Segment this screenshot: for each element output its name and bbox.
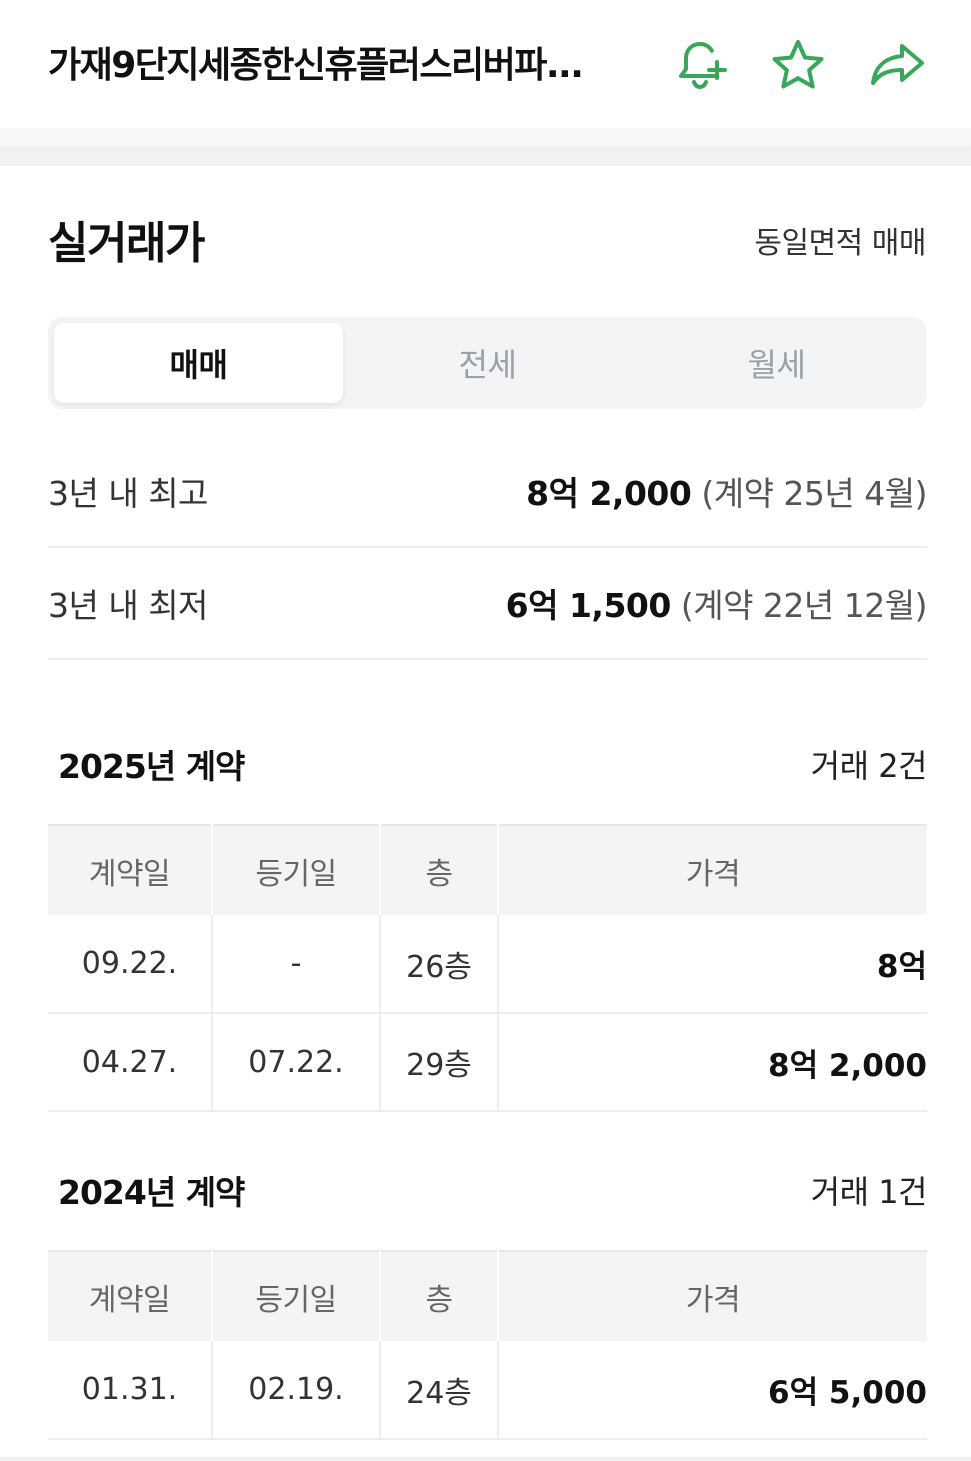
stat-price: 8억 2,000 bbox=[526, 474, 692, 513]
cell-register-date: 02.19. bbox=[212, 1341, 381, 1440]
stat-value: 8억 2,000 (계약 25년 4월) bbox=[526, 467, 927, 515]
star-icon[interactable] bbox=[766, 34, 830, 98]
share-icon[interactable] bbox=[866, 34, 930, 98]
table-row: 09.22. - 26층 8억 bbox=[48, 915, 927, 1014]
stat-label: 3년 내 최고 bbox=[48, 474, 208, 513]
col-floor: 층 bbox=[380, 1250, 499, 1341]
cell-contract-date: 04.27. bbox=[48, 1013, 213, 1112]
deal-count: 거래 2건 bbox=[810, 747, 928, 785]
stat-row-high: 3년 내 최고 8억 2,000 (계약 25년 4월) bbox=[48, 436, 927, 548]
year-header-2024: 2024년 계약 거래 1건 bbox=[58, 1166, 928, 1214]
complex-title: 가재9단지세종한신휴플러스리버파... bbox=[48, 45, 584, 86]
deal-table-2025: 계약일 등기일 층 가격 09.22. - 26층 8억 04.27. 07.2… bbox=[48, 824, 927, 1112]
bell-plus-icon[interactable] bbox=[668, 34, 732, 98]
cell-register-date: 07.22. bbox=[212, 1013, 381, 1112]
table-header-row: 계약일 등기일 층 가격 bbox=[48, 824, 927, 915]
section-title: 실거래가 bbox=[48, 218, 205, 269]
tab-jeonse[interactable]: 전세 bbox=[343, 323, 632, 403]
cell-contract-date: 01.31. bbox=[48, 1341, 213, 1440]
cell-floor: 29층 bbox=[380, 1013, 499, 1112]
stat-label: 3년 내 최저 bbox=[48, 586, 208, 625]
tab-monthly-rent[interactable]: 월세 bbox=[632, 323, 921, 403]
col-contract-date: 계약일 bbox=[48, 1250, 213, 1341]
same-area-filter-link[interactable]: 동일면적 매매 bbox=[754, 222, 926, 266]
cell-floor: 24층 bbox=[380, 1341, 499, 1440]
year-header-2025: 2025년 계약 거래 2건 bbox=[58, 740, 928, 788]
table-row: 01.31. 02.19. 24층 6억 5,000 bbox=[48, 1341, 927, 1440]
col-contract-date: 계약일 bbox=[48, 824, 213, 915]
stat-row-low: 3년 내 최저 6억 1,500 (계약 22년 12월) bbox=[48, 548, 928, 660]
section-divider bbox=[0, 128, 971, 166]
table-header-row: 계약일 등기일 층 가격 bbox=[48, 1250, 927, 1341]
stat-value: 6억 1,500 (계약 22년 12월) bbox=[505, 579, 928, 627]
col-register-date: 등기일 bbox=[212, 1250, 381, 1341]
col-register-date: 등기일 bbox=[212, 824, 381, 915]
cell-price: 8억 2,000 bbox=[498, 1013, 927, 1112]
col-price: 가격 bbox=[498, 824, 927, 915]
deal-table-2024: 계약일 등기일 층 가격 01.31. 02.19. 24층 6억 5,000 bbox=[48, 1250, 927, 1440]
col-price: 가격 bbox=[498, 1250, 927, 1341]
cell-contract-date: 09.22. bbox=[48, 915, 213, 1014]
table-row: 04.27. 07.22. 29층 8억 2,000 bbox=[48, 1013, 927, 1112]
stat-price: 6억 1,500 bbox=[505, 586, 672, 625]
cell-register-date: - bbox=[212, 915, 381, 1014]
col-floor: 층 bbox=[380, 824, 499, 915]
deal-type-tabs: 매매 전세 월세 bbox=[48, 317, 927, 409]
app-header: 가재9단지세종한신휴플러스리버파... bbox=[0, 0, 971, 128]
bottom-divider bbox=[0, 1457, 971, 1461]
stat-note: (계약 25년 4월) bbox=[701, 474, 927, 513]
cell-price: 6억 5,000 bbox=[498, 1341, 927, 1440]
tab-sale[interactable]: 매매 bbox=[54, 323, 343, 403]
cell-price: 8억 bbox=[498, 915, 927, 1014]
deal-count: 거래 1건 bbox=[810, 1173, 928, 1211]
cell-floor: 26층 bbox=[380, 915, 499, 1014]
year-title: 2024년 계약 bbox=[58, 1173, 245, 1212]
stat-note: (계약 22년 12월) bbox=[680, 586, 928, 625]
year-title: 2025년 계약 bbox=[58, 747, 245, 786]
